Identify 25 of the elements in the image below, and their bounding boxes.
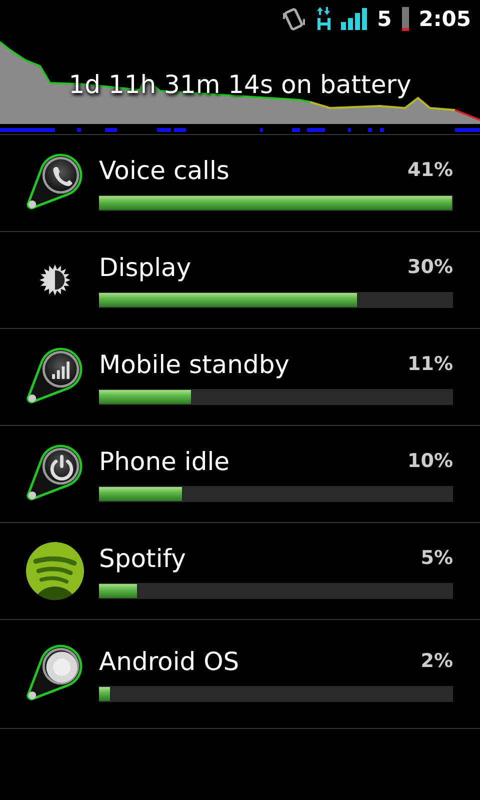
usage-percent: 2% (420, 650, 453, 672)
usage-row[interactable]: Android OS 2% (0, 620, 480, 729)
usage-row[interactable]: Spotify 5% (0, 523, 480, 620)
app-name: Spotify (99, 544, 186, 572)
usage-percent: 30% (408, 256, 453, 278)
battery-icon (402, 7, 409, 31)
vibrate-icon (281, 7, 308, 31)
usage-row[interactable]: Voice calls 41% (0, 135, 480, 232)
app-name: Mobile standby (99, 350, 290, 378)
usage-percent: 10% (408, 450, 453, 472)
app-name: Display (99, 252, 192, 282)
clock: 2:05 (418, 7, 471, 31)
app-name: Phone idle (99, 446, 230, 476)
usage-percent: 41% (408, 159, 453, 181)
usage-row[interactable]: Phone idle 10% (0, 426, 480, 523)
app-name: Android OS (99, 646, 240, 676)
usage-percent: 5% (420, 547, 453, 569)
signal-label: 5 (377, 7, 392, 31)
spotify-icon (24, 540, 86, 602)
usage-row[interactable]: Display 30% (0, 232, 480, 329)
data-arrows-icon (317, 6, 332, 32)
signal-icon (341, 8, 368, 30)
app-name: Voice calls (99, 156, 230, 184)
usage-percent: 11% (408, 353, 453, 375)
usage-row[interactable]: Mobile standby 11% (0, 329, 480, 426)
